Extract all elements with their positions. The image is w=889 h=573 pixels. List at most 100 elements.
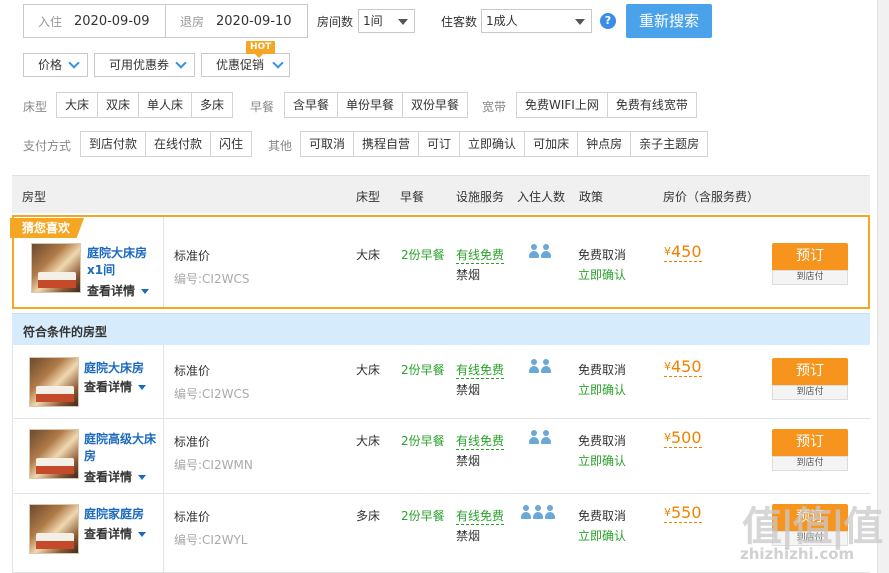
breakfast-filter-option[interactable]: 含早餐: [284, 92, 339, 118]
currency-symbol: ¥: [664, 506, 671, 519]
room-confirm: 立即确认: [578, 454, 627, 468]
featured-smoking: 禁烟: [456, 268, 481, 282]
breakfast-filter-label: 早餐: [250, 100, 275, 114]
payment-filter-option[interactable]: 到店付款: [80, 131, 147, 157]
other-filter-option[interactable]: 亲子主题房: [630, 131, 709, 157]
bed-filter-group: 大床 双床 单人床 多床: [56, 92, 234, 118]
room-code: 编号:CI2WYL: [174, 533, 248, 547]
featured-room-name[interactable]: 庭院大床房x1间: [87, 245, 159, 279]
price-value: 500: [671, 428, 702, 447]
chevron-down-icon: [68, 57, 80, 69]
room-code: 编号:CI2WCS: [174, 387, 250, 401]
help-icon[interactable]: ?: [600, 13, 616, 29]
book-label: 预订: [772, 358, 848, 385]
room-thumbnail[interactable]: [29, 357, 79, 407]
caret-down-icon: [138, 475, 147, 480]
checkin-date: 2020-09-09: [74, 13, 150, 29]
person-icon: [541, 244, 551, 258]
person-icon: [541, 430, 551, 444]
featured-view-detail[interactable]: 查看详情: [87, 282, 150, 299]
header-room-type: 房型: [22, 190, 47, 204]
breakfast-filter-option[interactable]: 双份早餐: [402, 92, 469, 118]
featured-facility[interactable]: 有线免费: [456, 246, 505, 264]
chevron-down-icon: [175, 57, 187, 69]
room-thumbnail[interactable]: [29, 504, 79, 554]
room-breakfast: 2份早餐: [401, 509, 445, 523]
payment-filter-option[interactable]: 闪住: [210, 131, 253, 157]
featured-divider: [163, 217, 164, 307]
featured-plan: 标准价: [174, 249, 211, 263]
featured-cancel: 免费取消: [578, 248, 627, 262]
research-button[interactable]: 重新搜索: [626, 4, 712, 38]
checkout-field[interactable]: 退房 2020-09-10: [165, 4, 308, 38]
bed-filter-option[interactable]: 双床: [97, 92, 140, 118]
view-detail[interactable]: 查看详情: [84, 468, 147, 485]
other-filter-option[interactable]: 立即确认: [459, 131, 526, 157]
other-filter-option[interactable]: 可加床: [524, 131, 579, 157]
payment-filter-label: 支付方式: [23, 139, 72, 153]
broadband-filter-option[interactable]: 免费WIFI上网: [516, 92, 608, 118]
checkin-field[interactable]: 入住 2020-09-09: [23, 4, 166, 38]
book-button[interactable]: 预订 到店付: [772, 358, 848, 400]
bed-filter-option[interactable]: 多床: [191, 92, 234, 118]
bed-filter-option[interactable]: 单人床: [138, 92, 193, 118]
room-name[interactable]: 庭院家庭房: [84, 506, 160, 523]
other-filter-option[interactable]: 携程自营: [353, 131, 420, 157]
view-detail[interactable]: 查看详情: [84, 378, 147, 395]
page-scrollbar[interactable]: [877, 0, 889, 573]
bed-filter-option[interactable]: 大床: [56, 92, 99, 118]
header-breakfast: 早餐: [400, 190, 425, 204]
other-filter-option[interactable]: 可取消: [300, 131, 355, 157]
price-value: 450: [671, 357, 702, 376]
payment-filter-option[interactable]: 在线付款: [145, 131, 212, 157]
hot-badge: HOT: [246, 41, 276, 58]
room-bed: 多床: [356, 509, 381, 523]
breakfast-filter-option[interactable]: 单份早餐: [337, 92, 404, 118]
caret-down-icon: [141, 289, 150, 294]
price-dropdown-label: 价格: [38, 58, 63, 72]
featured-book-button[interactable]: 预订 到店付: [772, 243, 848, 285]
room-name[interactable]: 庭院高级大床房: [84, 431, 160, 465]
featured-code: 编号:CI2WCS: [174, 272, 250, 286]
rooms-select[interactable]: 1间: [358, 9, 415, 33]
room-thumbnail[interactable]: [29, 429, 79, 479]
room-price: ¥550: [664, 504, 702, 523]
broadband-filter-option[interactable]: 免费有线宽带: [606, 92, 697, 118]
room-thumbnail[interactable]: [31, 243, 81, 293]
other-filter-option[interactable]: 钟点房: [577, 131, 632, 157]
rooms-label: 房间数: [317, 15, 354, 29]
guests-select[interactable]: 1成人: [481, 9, 592, 33]
person-icon: [533, 505, 543, 519]
promo-dropdown[interactable]: 优惠促销: [201, 53, 290, 77]
row-divider: [163, 345, 164, 573]
room-bed: 大床: [356, 434, 381, 448]
watermark-logo: 值|值|值: [742, 504, 883, 550]
room-price: ¥450: [664, 358, 702, 377]
room-facility[interactable]: 有线免费: [456, 507, 505, 525]
view-detail-label: 查看详情: [84, 380, 133, 394]
other-filter-label: 其他: [268, 139, 293, 153]
view-detail[interactable]: 查看详情: [84, 525, 147, 542]
coupon-dropdown[interactable]: 可用优惠券: [94, 53, 195, 77]
room-facility[interactable]: 有线免费: [456, 361, 505, 379]
room-name[interactable]: 庭院大床房: [84, 360, 160, 377]
featured-guests-icons: [529, 244, 551, 260]
watermark-url: zhizhizhi.com: [740, 545, 855, 563]
other-filter-option[interactable]: 可订: [418, 131, 461, 157]
person-icon: [529, 244, 539, 258]
payment-filter-group: 到店付款 在线付款 闪住: [80, 131, 253, 157]
promo-dropdown-label: 优惠促销: [216, 58, 265, 72]
currency-symbol: ¥: [664, 431, 671, 444]
price-dropdown[interactable]: 价格: [23, 53, 88, 77]
chevron-down-icon: [398, 19, 408, 25]
room-breakfast: 2份早餐: [401, 363, 445, 377]
broadband-filter-group: 免费WIFI上网 免费有线宽带: [516, 92, 697, 118]
pay-at-hotel-label: 到店付: [772, 456, 848, 471]
header-bed: 床型: [356, 190, 381, 204]
room-facility[interactable]: 有线免费: [456, 432, 505, 450]
room-confirm: 立即确认: [578, 383, 627, 397]
coupon-dropdown-label: 可用优惠券: [109, 58, 170, 72]
book-button[interactable]: 预订 到店付: [772, 429, 848, 471]
room-cancel: 免费取消: [578, 509, 627, 523]
person-icon: [521, 505, 531, 519]
